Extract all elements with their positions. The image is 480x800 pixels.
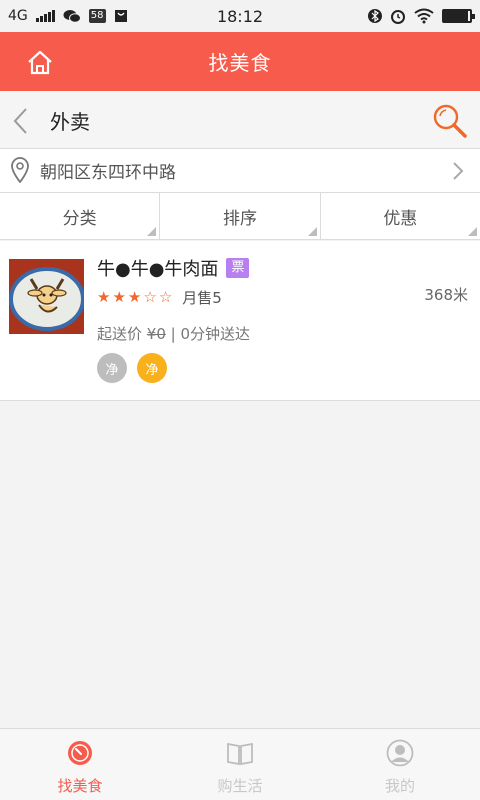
star-filled-icon: ★: [112, 288, 126, 306]
alarm-icon: [391, 10, 405, 24]
filter-bar: 分类 排序 优惠: [0, 193, 480, 240]
back-arrow-icon[interactable]: [12, 107, 28, 135]
star-filled-icon: ★: [127, 288, 142, 306]
restaurant-name-row: 牛●牛●牛肉面 票: [97, 255, 250, 281]
dropdown-corner-icon: [467, 227, 477, 236]
chevron-right-icon: [453, 162, 464, 180]
monthly-sales: 月售5: [182, 289, 222, 307]
wifi-icon: [414, 8, 434, 24]
shopping-bag-icon: [114, 10, 127, 22]
restaurant-name: 牛●牛●牛肉面: [97, 259, 219, 280]
invoice-badge: 票: [226, 258, 250, 278]
distance: 368米: [424, 286, 468, 304]
status-bar: 4G 58 18:12: [0, 0, 480, 32]
address-text: 朝阳区东四环中路: [40, 163, 176, 183]
rating-row: ★ ★ ★ ☆ ☆ 月售5: [97, 287, 222, 308]
network-type: 4G: [8, 8, 28, 24]
bluetooth-icon: [368, 9, 382, 23]
restaurant-thumbnail: [9, 259, 84, 334]
filter-label: 分类: [62, 208, 97, 229]
battery-icon: [442, 9, 475, 23]
page-title: 找美食: [208, 51, 272, 75]
clean-badge: 净: [97, 353, 127, 383]
dropdown-corner-icon: [147, 227, 157, 236]
sub-header: 外卖: [0, 91, 480, 149]
tab-profile[interactable]: 我的: [320, 729, 480, 800]
section-title: 外卖: [50, 110, 90, 134]
signal-icon: [35, 10, 55, 22]
star-filled-icon: ★: [97, 288, 111, 306]
filter-discount[interactable]: 优惠: [321, 193, 480, 239]
filter-category[interactable]: 分类: [0, 193, 161, 239]
min-order-value: ¥0: [146, 325, 166, 343]
user-icon: [386, 739, 414, 767]
restaurant-tags: 净 净: [97, 353, 167, 383]
filter-label: 优惠: [383, 208, 418, 229]
filter-sort[interactable]: 排序: [160, 193, 321, 239]
tab-label: 我的: [384, 777, 415, 795]
tab-shopping[interactable]: 购生活: [160, 729, 320, 800]
location-bar[interactable]: 朝阳区东四环中路: [0, 149, 480, 193]
title-bar: 找美食: [0, 32, 480, 91]
app-58-icon: 58: [88, 9, 106, 23]
delivery-time: | 0分钟送达: [170, 325, 251, 343]
home-icon[interactable]: [26, 49, 54, 75]
delivery-info: 起送价 ¥0 | 0分钟送达: [97, 323, 250, 344]
min-order-label: 起送价: [97, 325, 143, 343]
dropdown-corner-icon: [307, 227, 317, 236]
clean-badge: 净: [137, 353, 167, 383]
bottom-tab-bar: 找美食 购生活 我的: [0, 728, 480, 800]
filter-label: 排序: [222, 208, 257, 229]
tab-find-food[interactable]: 找美食: [0, 729, 160, 800]
tab-label: 购生活: [217, 777, 263, 795]
star-empty-icon: ☆: [143, 288, 157, 306]
restaurant-card[interactable]: 牛●牛●牛肉面 票 ★ ★ ★ ☆ ☆ 月售5 368米 起送价 ¥0 | 0分…: [0, 241, 480, 401]
location-pin-icon: [11, 157, 29, 183]
wechat-icon: [63, 10, 81, 23]
search-icon[interactable]: [432, 103, 468, 139]
book-icon: [227, 742, 253, 766]
star-empty-icon: ☆: [158, 288, 173, 306]
tab-label: 找美食: [57, 777, 103, 795]
food-timer-icon: [68, 741, 92, 765]
